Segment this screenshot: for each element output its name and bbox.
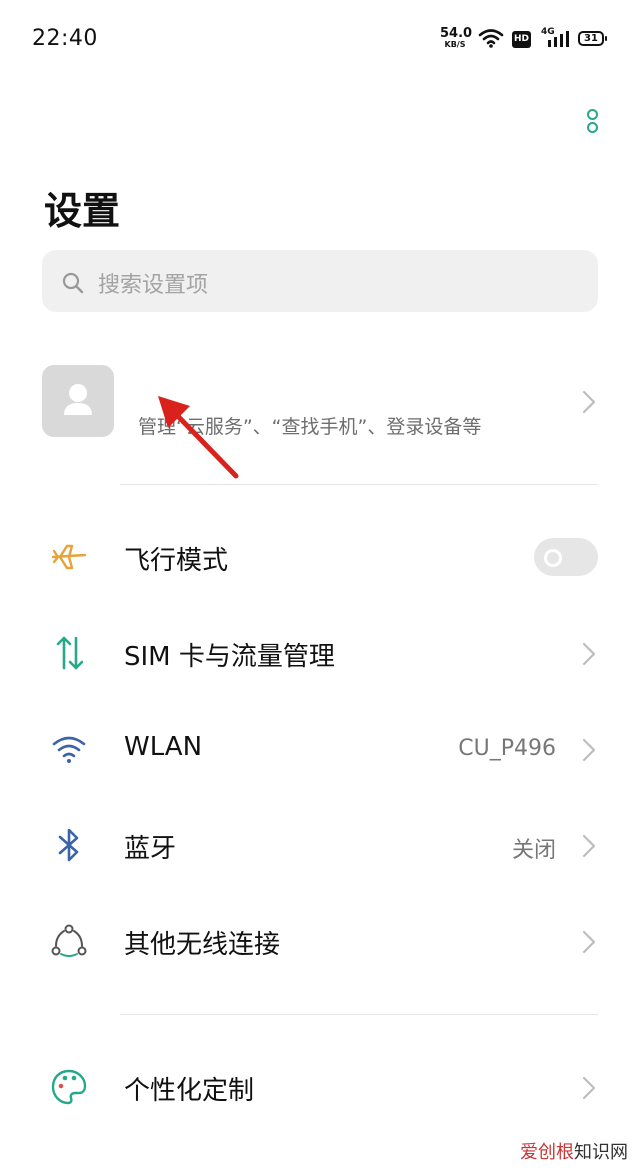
sim-data-icon (56, 636, 84, 670)
settings-item-label: 个性化定制 (124, 1076, 255, 1106)
chevron-right-icon (582, 738, 596, 762)
status-bar: 22:40 54.0 KB/S HD 4G 31 (0, 0, 640, 80)
settings-item-label: WLAN (124, 732, 203, 762)
chevron-right-icon (582, 1076, 596, 1100)
settings-item-label: 飞行模式 (124, 546, 229, 576)
network-speed-value: 54.0 (440, 26, 473, 41)
bluetooth-icon (58, 828, 79, 862)
wifi-signal-icon (478, 29, 504, 48)
settings-item-label: 蓝牙 (124, 834, 177, 864)
divider (120, 1014, 598, 1015)
network-speed: 54.0 KB/S (440, 26, 473, 49)
chevron-right-icon (582, 390, 596, 414)
annotation-arrow-icon (158, 396, 239, 479)
settings-item-label: SIM 卡与流量管理 (124, 642, 335, 672)
search-icon (62, 272, 84, 294)
watermark: 爱创根知识网 (520, 1138, 628, 1164)
settings-item-label: 其他无线连接 (124, 930, 281, 960)
page-title: 设置 (44, 189, 121, 233)
wireless-connection-icon (51, 924, 87, 957)
airplane-mode-toggle[interactable] (534, 538, 598, 576)
user-icon (64, 384, 92, 415)
chevron-right-icon (582, 642, 596, 666)
hd-voice-badge: HD (512, 31, 531, 48)
status-time: 22:40 (32, 26, 98, 51)
chevron-right-icon (582, 930, 596, 954)
more-options-button[interactable] (580, 106, 604, 136)
search-placeholder: 搜索设置项 (98, 273, 209, 298)
avatar[interactable] (42, 365, 114, 437)
battery-icon: 31 (578, 31, 607, 46)
toggle-knob (544, 549, 562, 567)
chevron-right-icon (582, 834, 596, 858)
more-dot-icon (587, 109, 598, 120)
airplane-icon (51, 544, 87, 570)
settings-item-other-wireless[interactable] (0, 894, 640, 990)
settings-item-value: 关闭 (511, 838, 556, 863)
watermark-red-text: 爱创根 (520, 1142, 574, 1163)
wifi-icon (52, 736, 86, 763)
settings-item-value: CU_P496 (458, 736, 556, 761)
more-dot-icon (587, 122, 598, 133)
palette-icon (51, 1069, 87, 1105)
cell-signal-icon (548, 31, 569, 47)
network-speed-unit: KB/S (444, 40, 466, 49)
settings-item-personalization[interactable] (0, 1040, 640, 1136)
watermark-dark-text: 知识网 (574, 1142, 628, 1163)
